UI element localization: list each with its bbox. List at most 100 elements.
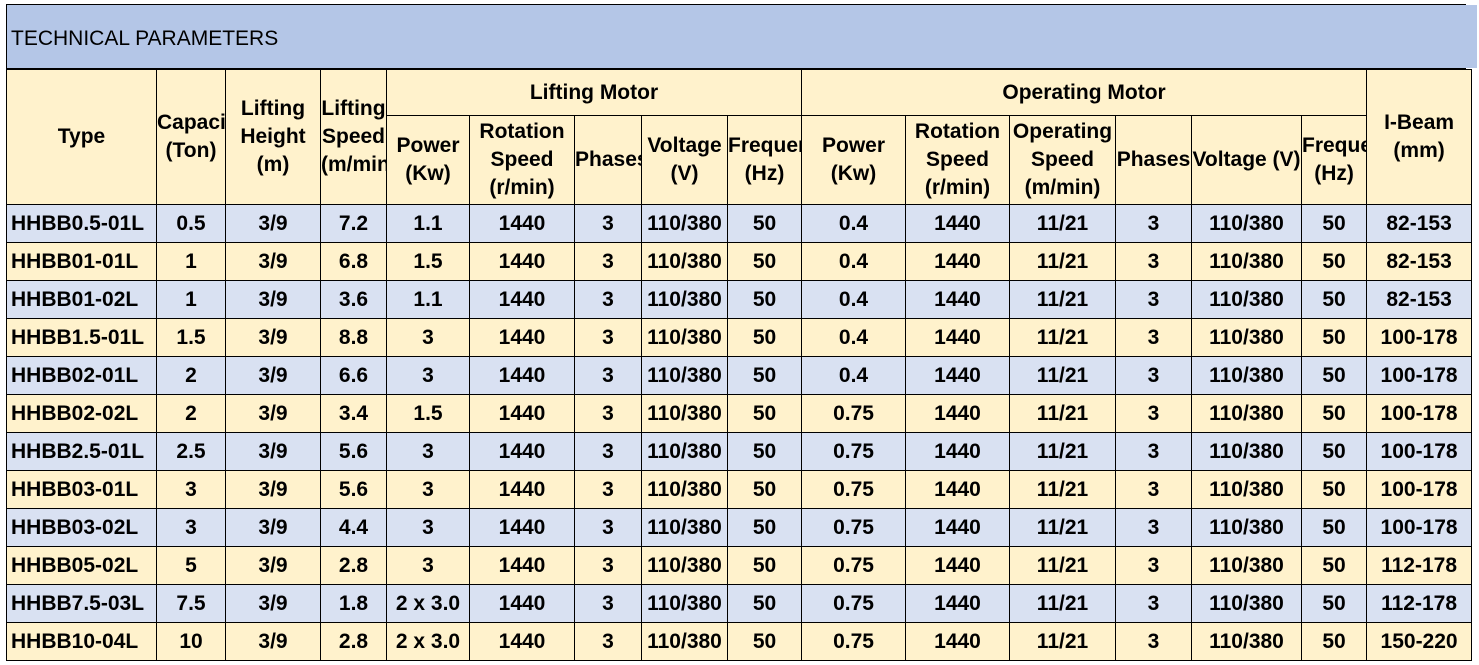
cell-lifting-height: 3/9 xyxy=(225,242,321,281)
cell-operating-frequency: 50 xyxy=(1300,318,1368,357)
cell-lifting-phases: 3 xyxy=(574,432,642,471)
technical-parameters-table: Type Capacity (Ton) Lifting Height (m) L… xyxy=(6,69,1473,661)
cell-operating-voltage: 110/380 xyxy=(1191,394,1302,433)
cell-operating-power: 0.75 xyxy=(801,508,906,547)
cell-lifting-rotation-speed: 1440 xyxy=(469,470,575,509)
cell-operating-phases: 3 xyxy=(1115,280,1192,319)
cell-lifting-height: 3/9 xyxy=(225,394,321,433)
cell-lifting-power: 3 xyxy=(386,546,470,585)
header-i-beam: I-Beam (mm) xyxy=(1366,69,1473,205)
cell-type: HHBB01-01L xyxy=(6,242,157,281)
cell-operating-voltage: 110/380 xyxy=(1191,584,1302,623)
cell-operating-voltage: 110/380 xyxy=(1191,204,1302,243)
cell-lifting-frequency: 50 xyxy=(727,432,802,471)
cell-i-beam: 100-178 xyxy=(1366,356,1473,395)
cell-lifting-height: 3/9 xyxy=(225,432,321,471)
cell-capacity: 1 xyxy=(156,242,226,281)
cell-type: HHBB05-02L xyxy=(6,546,157,585)
cell-lifting-phases: 3 xyxy=(574,318,642,357)
cell-operating-speed: 11/21 xyxy=(1009,204,1116,243)
cell-capacity: 2.5 xyxy=(156,432,226,471)
cell-capacity: 2 xyxy=(156,394,226,433)
cell-lifting-frequency: 50 xyxy=(727,356,802,395)
cell-type: HHBB1.5-01L xyxy=(6,318,157,357)
cell-lifting-rotation-speed: 1440 xyxy=(469,242,575,281)
table-row: HHBB2.5-01L 2.5 3/9 5.6 3 1440 3 110/380 50 0.75 1… xyxy=(6,432,1473,471)
header-operating-power: Power (Kw) xyxy=(801,115,906,205)
cell-lifting-rotation-speed: 1440 xyxy=(469,546,575,585)
cell-type: HHBB2.5-01L xyxy=(6,432,157,471)
cell-lifting-height: 3/9 xyxy=(225,584,321,623)
cell-lifting-rotation-speed: 1440 xyxy=(469,508,575,547)
cell-i-beam: 100-178 xyxy=(1366,318,1473,357)
cell-operating-rotation-speed: 1440 xyxy=(905,356,1010,395)
cell-operating-power: 0.4 xyxy=(801,318,906,357)
cell-operating-frequency: 50 xyxy=(1300,242,1368,281)
cell-operating-phases: 3 xyxy=(1115,204,1192,243)
cell-lifting-rotation-speed: 1440 xyxy=(469,204,575,243)
cell-i-beam: 100-178 xyxy=(1366,394,1473,433)
cell-operating-phases: 3 xyxy=(1115,584,1192,623)
cell-lifting-frequency: 50 xyxy=(727,318,802,357)
table-row: HHBB02-02L 2 3/9 3.4 1.5 1440 3 110/380 50 0.75 14… xyxy=(6,394,1473,433)
cell-lifting-speed: 7.2 xyxy=(320,204,387,243)
cell-operating-speed: 11/21 xyxy=(1009,356,1116,395)
cell-lifting-voltage: 110/380 xyxy=(641,394,728,433)
table-row: HHBB10-04L 10 3/9 2.8 2 x 3.0 1440 3 110/380 50 0… xyxy=(6,622,1473,661)
cell-capacity: 5 xyxy=(156,546,226,585)
cell-operating-speed: 11/21 xyxy=(1009,546,1116,585)
cell-lifting-power: 1.5 xyxy=(386,394,470,433)
header-capacity: Capacity (Ton) xyxy=(156,69,226,205)
cell-operating-rotation-speed: 1440 xyxy=(905,318,1010,357)
cell-type: HHBB7.5-03L xyxy=(6,584,157,623)
cell-i-beam: 150-220 xyxy=(1366,622,1473,661)
cell-operating-phases: 3 xyxy=(1115,470,1192,509)
cell-lifting-phases: 3 xyxy=(574,508,642,547)
sheet-title: TECHNICAL PARAMETERS xyxy=(11,27,279,50)
cell-lifting-height: 3/9 xyxy=(225,318,321,357)
cell-capacity: 2 xyxy=(156,356,226,395)
cell-lifting-power: 3 xyxy=(386,432,470,471)
cell-lifting-power: 3 xyxy=(386,356,470,395)
cell-type: HHBB03-02L xyxy=(6,508,157,547)
cell-i-beam: 112-178 xyxy=(1366,584,1473,623)
cell-i-beam: 82-153 xyxy=(1366,280,1473,319)
cell-operating-power: 0.75 xyxy=(801,584,906,623)
cell-operating-rotation-speed: 1440 xyxy=(905,470,1010,509)
table-body: HHBB0.5-01L 0.5 3/9 7.2 1.1 1440 3 110/380 50 0.4… xyxy=(6,204,1473,661)
cell-operating-power: 0.75 xyxy=(801,394,906,433)
cell-lifting-voltage: 110/380 xyxy=(641,508,728,547)
cell-type: HHBB02-01L xyxy=(6,356,157,395)
header-lifting-phases: Phases xyxy=(574,115,642,205)
table-row: HHBB1.5-01L 1.5 3/9 8.8 3 1440 3 110/380 50 0.4 14… xyxy=(6,318,1473,357)
header-lifting-voltage: Voltage (V) xyxy=(641,115,728,205)
title-bar: TECHNICAL PARAMETERS xyxy=(6,4,1477,69)
cell-operating-voltage: 110/380 xyxy=(1191,470,1302,509)
header-lifting-speed: Lifting Speed (m/min) xyxy=(320,69,387,205)
cell-lifting-phases: 3 xyxy=(574,356,642,395)
header-operating-motor: Operating Motor xyxy=(800,69,1368,116)
cell-lifting-height: 3/9 xyxy=(225,508,321,547)
cell-lifting-power: 2 x 3.0 xyxy=(386,622,470,661)
cell-type: HHBB0.5-01L xyxy=(6,204,157,243)
cell-operating-power: 0.4 xyxy=(801,204,906,243)
cell-lifting-speed: 1.8 xyxy=(320,584,387,623)
cell-operating-power: 0.75 xyxy=(801,622,906,661)
cell-operating-voltage: 110/380 xyxy=(1191,280,1302,319)
cell-operating-speed: 11/21 xyxy=(1009,432,1116,471)
cell-operating-voltage: 110/380 xyxy=(1191,318,1302,357)
cell-lifting-speed: 3.4 xyxy=(320,394,387,433)
cell-operating-speed: 11/21 xyxy=(1009,584,1116,623)
cell-type: HHBB02-02L xyxy=(6,394,157,433)
cell-lifting-power: 3 xyxy=(386,508,470,547)
cell-operating-phases: 3 xyxy=(1115,356,1192,395)
cell-operating-rotation-speed: 1440 xyxy=(905,622,1010,661)
header-lifting-frequency: Frequency (Hz) xyxy=(727,115,802,205)
cell-type: HHBB01-02L xyxy=(6,280,157,319)
cell-lifting-speed: 8.8 xyxy=(320,318,387,357)
cell-i-beam: 100-178 xyxy=(1366,470,1473,509)
cell-operating-power: 0.4 xyxy=(801,242,906,281)
cell-lifting-speed: 2.8 xyxy=(320,622,387,661)
cell-lifting-speed: 6.8 xyxy=(320,242,387,281)
cell-lifting-speed: 5.6 xyxy=(320,432,387,471)
